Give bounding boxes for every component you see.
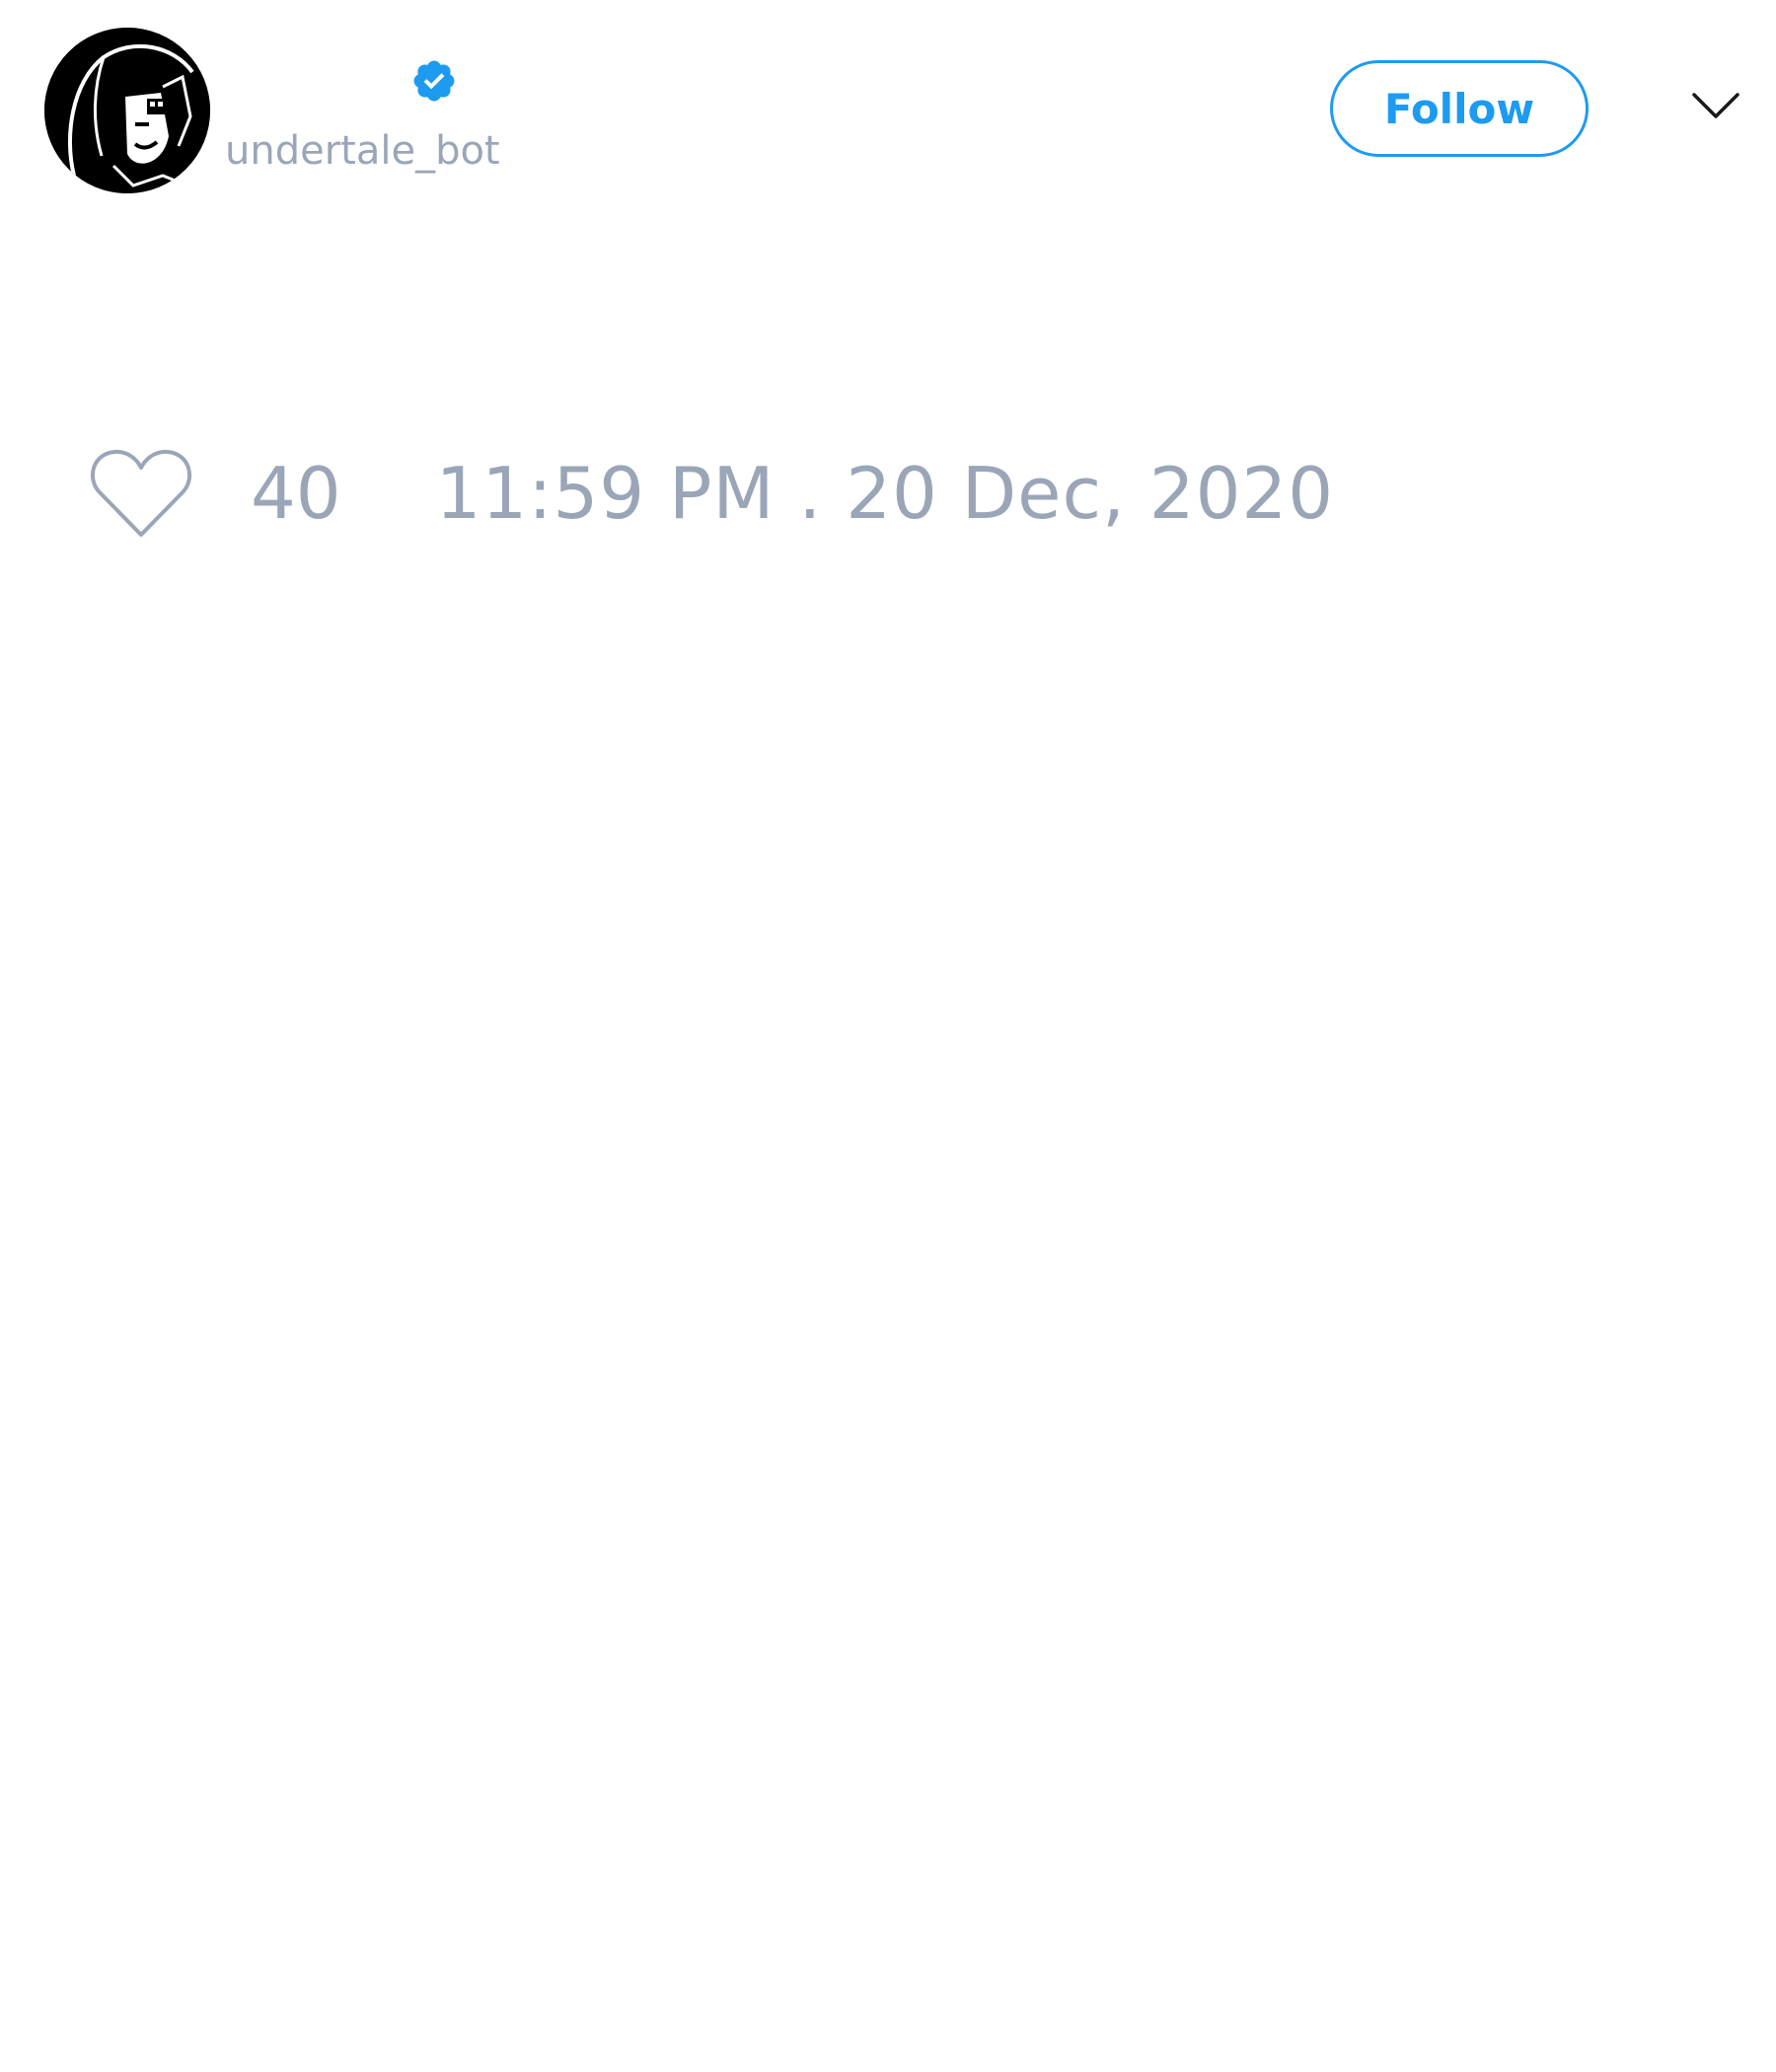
follow-button[interactable]: Follow bbox=[1330, 60, 1589, 157]
like-count: 40 bbox=[251, 452, 341, 535]
pixel-character-avatar-icon bbox=[44, 28, 210, 193]
tweet-card: undertale_bot Follow 40 11:59 PM . 20 De… bbox=[0, 0, 1776, 2072]
tweet-actions: 40 11:59 PM . 20 Dec, 2020 bbox=[89, 444, 1334, 543]
verified-badge-icon bbox=[413, 60, 455, 102]
chevron-down-icon[interactable] bbox=[1691, 91, 1740, 120]
tweet-timestamp[interactable]: 11:59 PM . 20 Dec, 2020 bbox=[436, 452, 1334, 535]
author-handle[interactable]: undertale_bot bbox=[225, 128, 500, 174]
avatar[interactable] bbox=[44, 28, 210, 193]
heart-outline-icon[interactable] bbox=[89, 446, 193, 541]
